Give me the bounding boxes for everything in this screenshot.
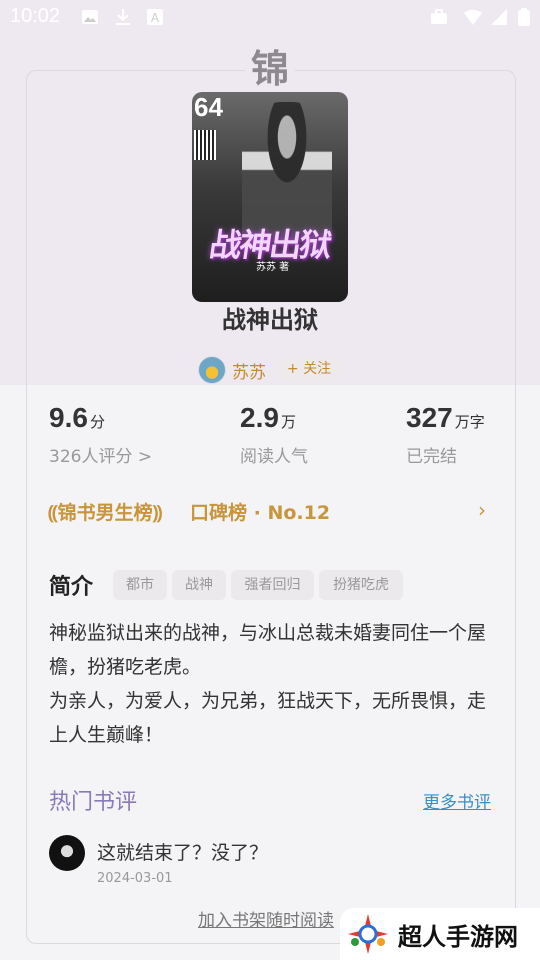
score-value: 9.6 (49, 402, 88, 433)
cover-number: 64 (194, 92, 223, 122)
svg-text:A: A (151, 11, 160, 25)
cover-author: 苏苏 著 (256, 262, 290, 273)
rank-position: 口碑榜 · No.12 (190, 502, 331, 524)
brand-badge: 锦 (245, 44, 295, 94)
follow-button[interactable]: + 关注 (276, 357, 342, 381)
rank-row[interactable]: ⸨锦书男生榜⸩ 口碑榜 · No.12 › (48, 498, 492, 530)
intro-text: 神秘监狱出来的战神，与冰山总裁未婚妻同住一个屋檐，扮猪吃老虎。 为亲人，为爱人，… (49, 616, 497, 752)
wordcount-unit: 万字 (454, 413, 485, 431)
barcode-icon (194, 130, 216, 160)
popularity-label: 阅读人气 (240, 447, 308, 467)
status-time: 10:02 (10, 5, 61, 27)
watermark-text: 超人手游网 (398, 923, 518, 951)
download-icon (116, 9, 130, 25)
tag-chip[interactable]: 扮猪吃虎 (319, 570, 403, 600)
status-bar: 10:02 A (0, 0, 540, 36)
book-title: 战神出狱 (222, 306, 318, 334)
stat-popularity: 2.9 万 阅读人气 (240, 402, 308, 467)
image-icon (82, 10, 98, 24)
stat-score[interactable]: 9.6 分 326人评分 > (49, 402, 152, 467)
signal-icon (491, 9, 507, 25)
review-text[interactable]: 这就结束了？没了？ (97, 838, 268, 865)
author-avatar[interactable] (198, 356, 226, 384)
reviews-title: 热门书评 (49, 790, 138, 815)
watermark-logo-icon (348, 914, 388, 954)
more-reviews-link[interactable]: 更多书评 (423, 788, 491, 813)
chevron-right-icon: › (478, 498, 486, 522)
laurel-icon: ⸩ (152, 502, 163, 524)
rank-list-name: ⸨锦书男生榜⸩ (48, 502, 163, 524)
popularity-unit: 万 (280, 413, 296, 431)
author-name[interactable]: 苏苏 (232, 358, 266, 383)
reviewer-avatar[interactable] (49, 835, 85, 871)
stat-wordcount: 327 万字 已完结 (406, 402, 485, 467)
intro-line: 神秘监狱出来的战神，与冰山总裁未婚妻同住一个屋檐，扮猪吃老虎。 (49, 622, 487, 678)
laurel-icon: ⸨ (48, 502, 58, 524)
wifi-icon (464, 9, 482, 25)
watermark: 超人手游网 (340, 908, 540, 960)
tag-chip[interactable]: 都市 (113, 570, 167, 600)
add-to-shelf-button[interactable]: 加入书架随时阅读 (198, 906, 334, 931)
tag-chip[interactable]: 强者回归 (231, 570, 314, 600)
score-unit: 分 (89, 413, 105, 431)
popularity-value: 2.9 (240, 402, 279, 433)
briefcase-icon (431, 9, 447, 24)
book-cover[interactable]: 64 战神出狱 苏苏 著 (192, 92, 348, 302)
tag-chip[interactable]: 战神 (172, 570, 226, 600)
completion-status: 已完结 (406, 447, 457, 467)
intro-title: 简介 (49, 575, 94, 600)
review-date: 2024-03-01 (97, 871, 173, 886)
intro-line: 为亲人，为爱人，为兄弟，狂战天下，无所畏惧，走上人生巅峰！ (49, 690, 487, 746)
score-count: 326人评分 > (49, 447, 153, 467)
battery-icon (518, 8, 530, 26)
wordcount-value: 327 (406, 402, 453, 433)
text-icon: A (147, 9, 163, 25)
